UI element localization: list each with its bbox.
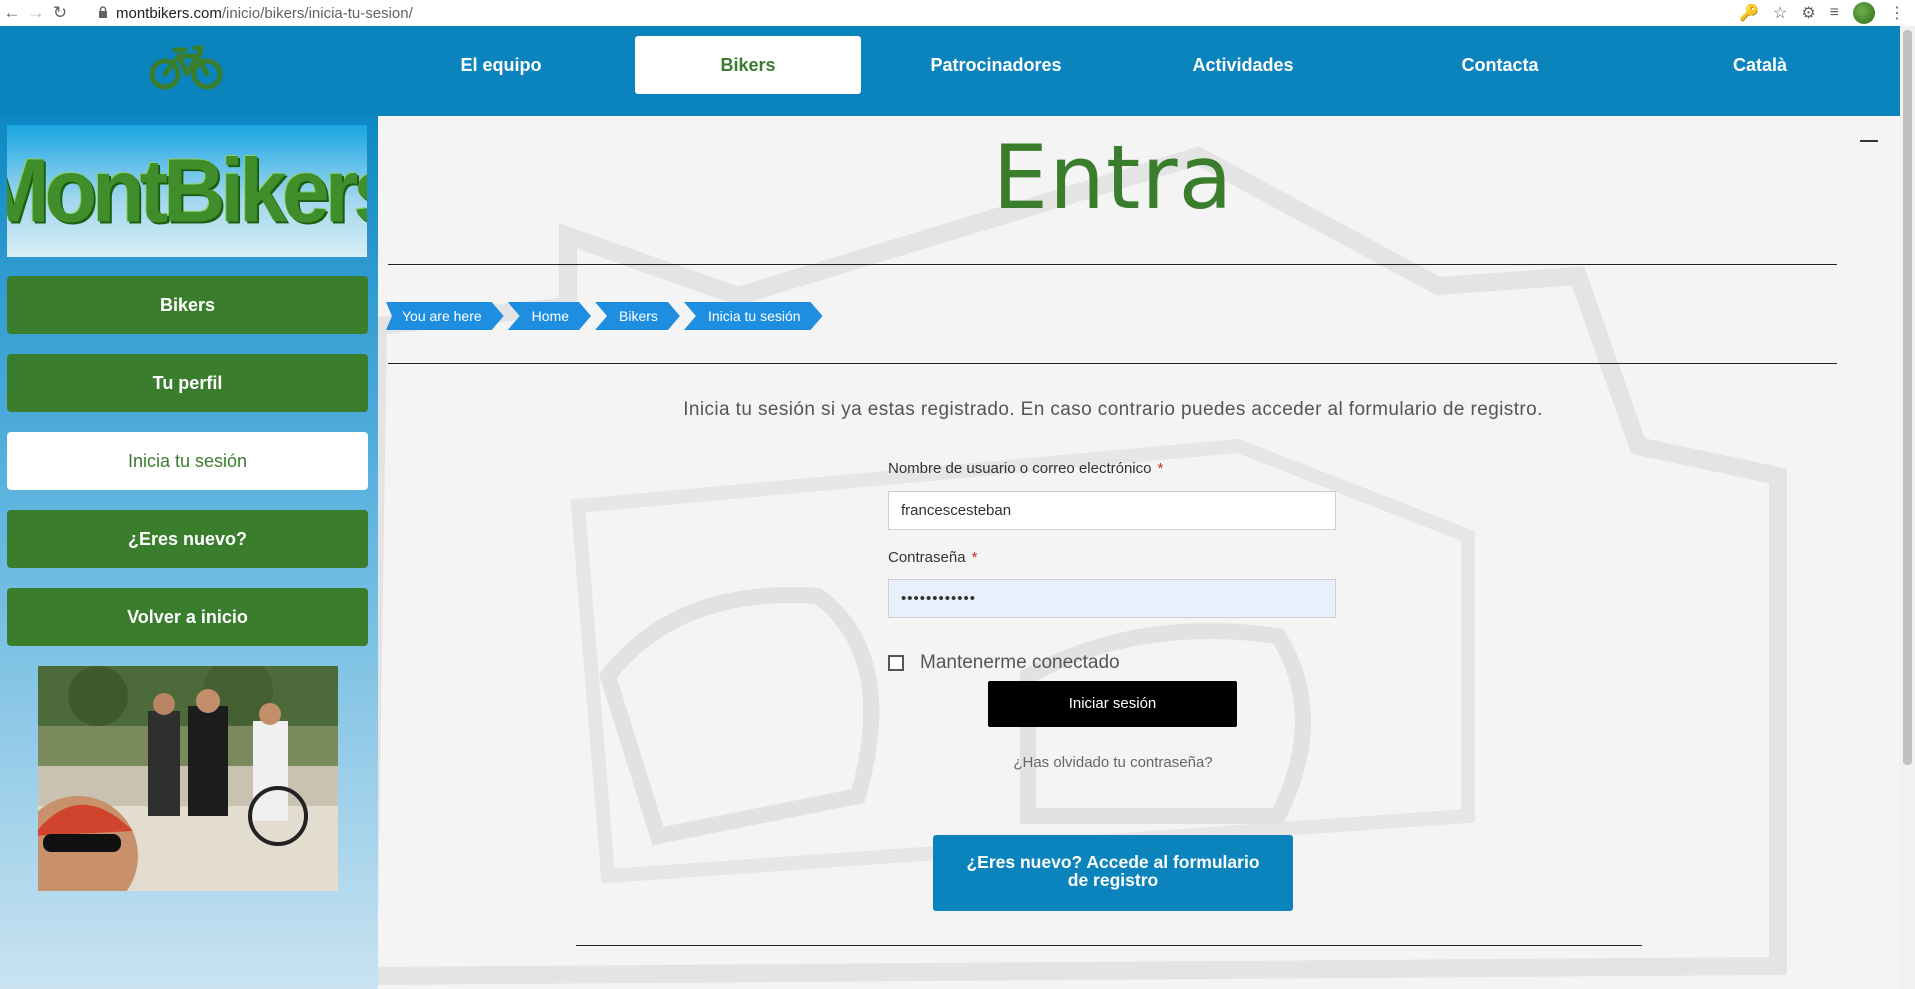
key-icon[interactable]: 🔑 bbox=[1739, 3, 1759, 23]
password-label: Contraseña * bbox=[888, 549, 977, 566]
nav-actividades[interactable]: Actividades bbox=[1155, 36, 1331, 94]
collapse-icon[interactable] bbox=[1860, 140, 1878, 142]
sidebar: MontBikers Bikers Tu perfil Inicia tu se… bbox=[0, 116, 378, 989]
required-mark: * bbox=[971, 549, 978, 566]
sidebar-item-bikers[interactable]: Bikers bbox=[7, 276, 368, 334]
lock-icon[interactable] bbox=[94, 5, 112, 22]
nav-contacta[interactable]: Contacta bbox=[1415, 36, 1585, 94]
main-content: Entra You are here Home Bikers Inicia tu… bbox=[378, 116, 1900, 989]
password-label-text: Contraseña bbox=[888, 549, 966, 566]
browser-menu-icon[interactable]: ⋮ bbox=[1889, 3, 1905, 23]
address-bar[interactable]: montbikers.com/inicio/bikers/inicia-tu-s… bbox=[116, 5, 413, 22]
extensions-icon[interactable]: ⚙ bbox=[1801, 3, 1815, 23]
page-scrollbar[interactable] bbox=[1900, 26, 1915, 989]
forgot-password-link[interactable]: ¿Has olvidado tu contraseña? bbox=[378, 754, 1848, 771]
sidebar-item-tu-perfil[interactable]: Tu perfil bbox=[7, 354, 368, 412]
nav-bikers[interactable]: Bikers bbox=[635, 36, 861, 94]
breadcrumb-home[interactable]: Home bbox=[508, 302, 591, 330]
breadcrumb-bikers[interactable]: Bikers bbox=[595, 302, 680, 330]
username-label-text: Nombre de usuario o correo electrónico bbox=[888, 460, 1152, 477]
bike-logo-icon[interactable] bbox=[147, 42, 227, 92]
reading-list-icon[interactable]: ≡ bbox=[1830, 4, 1839, 22]
divider-middle bbox=[388, 363, 1837, 364]
nav-catala[interactable]: Català bbox=[1690, 36, 1830, 94]
brand-logo-text: MontBikers bbox=[7, 140, 367, 241]
password-input[interactable] bbox=[888, 579, 1336, 618]
url-host: montbikers.com bbox=[116, 4, 222, 22]
nav-patrocinadores[interactable]: Patrocinadores bbox=[900, 36, 1092, 94]
register-button[interactable]: ¿Eres nuevo? Accede al formulario de reg… bbox=[933, 835, 1293, 911]
profile-avatar[interactable] bbox=[1853, 2, 1875, 24]
login-intro-text: Inicia tu sesión si ya estas registrado.… bbox=[683, 399, 1543, 420]
username-label: Nombre de usuario o correo electrónico * bbox=[888, 460, 1163, 477]
required-mark: * bbox=[1157, 460, 1164, 477]
username-input[interactable] bbox=[888, 491, 1336, 530]
breadcrumb-you-are-here: You are here bbox=[386, 302, 504, 330]
remember-me-checkbox[interactable] bbox=[888, 655, 904, 671]
reload-icon[interactable]: ↻ bbox=[48, 3, 72, 23]
remember-me-label[interactable]: Mantenerme conectado bbox=[920, 652, 1120, 674]
breadcrumb: You are here Home Bikers Inicia tu sesió… bbox=[386, 302, 827, 330]
sidebar-item-inicia-tu-sesion[interactable]: Inicia tu sesión bbox=[7, 432, 368, 490]
group-photo bbox=[38, 666, 338, 891]
remember-me[interactable]: Mantenerme conectado bbox=[888, 652, 1120, 674]
sidebar-item-eres-nuevo[interactable]: ¿Eres nuevo? bbox=[7, 510, 368, 568]
divider-bottom bbox=[576, 945, 1642, 946]
scrollbar-thumb[interactable] bbox=[1903, 30, 1912, 765]
breadcrumb-inicia-tu-sesion: Inicia tu sesión bbox=[684, 302, 823, 330]
star-icon[interactable]: ☆ bbox=[1773, 3, 1787, 23]
back-icon[interactable]: ← bbox=[0, 3, 24, 23]
site-header: El equipo Bikers Patrocinadores Activida… bbox=[0, 26, 1900, 116]
nav-el-equipo[interactable]: El equipo bbox=[418, 36, 584, 94]
divider-top bbox=[388, 264, 1837, 265]
page-title: Entra bbox=[992, 126, 1234, 229]
sidebar-item-volver-a-inicio[interactable]: Volver a inicio bbox=[7, 588, 368, 646]
login-button[interactable]: Iniciar sesión bbox=[988, 681, 1237, 727]
url-path: /inicio/bikers/inicia-tu-sesion/ bbox=[221, 4, 413, 22]
browser-toolbar: ← → ↻ montbikers.com/inicio/bikers/inici… bbox=[0, 0, 1915, 27]
forward-icon[interactable]: → bbox=[24, 3, 48, 23]
brand-logo[interactable]: MontBikers bbox=[7, 125, 367, 257]
